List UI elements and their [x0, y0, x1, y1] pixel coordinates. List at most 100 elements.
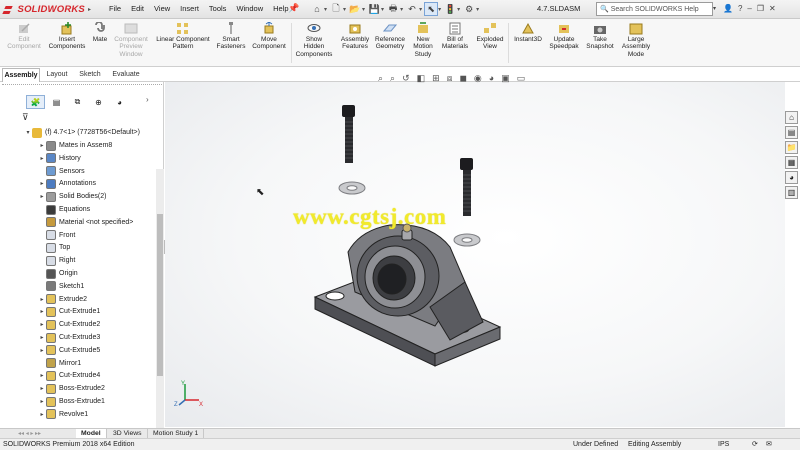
update-speedpak-button[interactable]: Update Speedpak [548, 22, 580, 51]
expand-icon[interactable]: ▸ [38, 193, 46, 200]
expand-icon[interactable]: ▸ [38, 398, 46, 405]
mate-button[interactable]: Mate [90, 22, 110, 43]
tree-item[interactable]: ▸ Boss-Extrude2 [38, 382, 105, 395]
pin-menu-icon[interactable]: 📌 [288, 3, 299, 14]
tab-sketch[interactable]: Sketch [74, 68, 106, 82]
new-motion-study-button[interactable]: New Motion Study [410, 22, 436, 58]
tab-assembly[interactable]: Assembly [2, 68, 40, 82]
expand-icon[interactable]: ▸ [38, 180, 46, 187]
notifications-icon[interactable]: ✉ [766, 439, 772, 450]
expand-icon[interactable]: ▸ [38, 321, 46, 328]
close-icon[interactable]: ✕ [769, 4, 776, 13]
tab-layout[interactable]: Layout [42, 68, 72, 82]
menu-file[interactable]: File [104, 4, 126, 13]
tree-scrollbar[interactable] [156, 169, 164, 445]
help-question-icon[interactable]: ? [738, 4, 742, 13]
menu-window[interactable]: Window [231, 4, 268, 13]
collapse-icon[interactable]: ▾ [24, 129, 32, 136]
expand-icon[interactable]: ▸ [38, 334, 46, 341]
custom-properties-icon[interactable]: ▥ [785, 186, 798, 199]
minimize-icon[interactable]: – [747, 4, 751, 13]
user-icon[interactable]: 👤 [723, 4, 733, 13]
washer-2[interactable] [453, 233, 481, 247]
expand-icon[interactable]: ▸ [38, 385, 46, 392]
solidworks-logo[interactable]: SOLIDWORKS ▸ [2, 3, 91, 16]
expand-icon[interactable]: ▸ [38, 308, 46, 315]
expand-icon[interactable]: ▸ [38, 296, 46, 303]
rebuild-icon[interactable]: 🚦 [443, 2, 457, 16]
panel-grip[interactable] [2, 84, 162, 85]
solidworks-resources-icon[interactable]: ⌂ [785, 111, 798, 124]
insert-components-button[interactable]: Insert Components [44, 22, 90, 51]
open-icon[interactable]: 📂 [348, 2, 362, 16]
instant3d-button[interactable]: Instant3D [510, 22, 546, 43]
feature-manager-tab-icon[interactable]: 🧩 [26, 95, 45, 109]
bill-of-materials-button[interactable]: Bill of Materials [438, 22, 472, 51]
tree-item[interactable]: ▸ Annotations [38, 177, 96, 190]
tree-item[interactable]: ▸ Boss-Extrude1 [38, 395, 105, 408]
move-component-button[interactable]: Move Component [248, 22, 290, 51]
tree-item[interactable]: ▸ Cut-Extrude5 [38, 344, 100, 357]
expand-icon[interactable]: ▸ [38, 347, 46, 354]
design-library-icon[interactable]: ▤ [785, 126, 798, 139]
tree-item[interactable]: Mirror1 [38, 357, 81, 370]
undo-icon[interactable]: ↶ [405, 2, 419, 16]
large-assembly-mode-button[interactable]: Large Assembly Mode [618, 22, 654, 58]
filter-icon[interactable]: ⊽ [22, 112, 29, 123]
smart-fasteners-button[interactable]: Smart Fasteners [214, 22, 248, 51]
restore-icon[interactable]: ❐ [757, 4, 764, 13]
bolt-1[interactable] [342, 105, 355, 163]
tree-item[interactable]: ▸ History [38, 152, 81, 165]
tree-item[interactable]: Material <not specified> [38, 216, 133, 229]
show-hidden-components-button[interactable]: Show Hidden Components [292, 22, 336, 58]
print-icon[interactable]: 🖶 [386, 2, 400, 16]
tree-item[interactable]: Sensors [38, 165, 85, 178]
edit-component-button[interactable]: Edit Component [6, 22, 42, 51]
menu-view[interactable]: View [149, 4, 175, 13]
bolt-2[interactable] [460, 158, 473, 216]
tree-item[interactable]: ▸ Revolve1 [38, 408, 88, 421]
save-icon[interactable]: 💾 [367, 2, 381, 16]
exploded-view-button[interactable]: Exploded View [474, 22, 506, 51]
tree-item[interactable]: Right [38, 254, 75, 267]
tree-item[interactable]: Origin [38, 267, 78, 280]
tree-item[interactable]: Front [38, 229, 75, 242]
rebuild-status-icon[interactable]: ⟳ [752, 439, 758, 450]
configuration-manager-tab-icon[interactable]: ⧉ [68, 95, 87, 109]
units-selector[interactable]: IPS [718, 439, 729, 450]
tree-item[interactable]: Sketch1 [38, 280, 84, 293]
tree-item[interactable]: ▸ Extrude2 [38, 293, 87, 306]
tree-item[interactable]: ▸ Cut-Extrude3 [38, 331, 100, 344]
take-snapshot-button[interactable]: Take Snapshot [584, 22, 616, 51]
scrollbar-thumb[interactable] [157, 214, 163, 376]
tree-root[interactable]: ▾ (f) 4.7<1> (7728T56<Default>) [24, 126, 140, 139]
menu-insert[interactable]: Insert [175, 4, 204, 13]
washer-1[interactable] [338, 181, 366, 195]
expand-icon[interactable]: ▸ [38, 155, 46, 162]
appearances-icon[interactable]: ◕ [785, 171, 798, 184]
assembly-features-button[interactable]: Assembly Features [338, 22, 372, 51]
reference-geometry-button[interactable]: Reference Geometry [372, 22, 408, 51]
expand-icon[interactable]: ▸ [38, 142, 46, 149]
tree-item[interactable]: ▸ Cut-Extrude2 [38, 318, 100, 331]
tab-evaluate[interactable]: Evaluate [108, 68, 144, 82]
dimxpert-tab-icon[interactable]: ⊕ [89, 95, 108, 109]
file-explorer-icon[interactable]: 📁 [785, 141, 798, 154]
tree-item[interactable]: Top [38, 241, 70, 254]
tree-item[interactable]: ▸ Mates in Assem8 [38, 139, 112, 152]
tree-item[interactable]: ▸ Cut-Extrude4 [38, 369, 100, 382]
menu-edit[interactable]: Edit [126, 4, 149, 13]
logo-arrow-icon[interactable]: ▸ [88, 6, 91, 13]
tree-item[interactable]: Equations [38, 203, 90, 216]
options-icon[interactable]: ⚙ [462, 2, 476, 16]
panel-expand-icon[interactable]: › [146, 95, 149, 104]
view-palette-icon[interactable]: ▦ [785, 156, 798, 169]
tree-item[interactable]: ▸ Solid Bodies(2) [38, 190, 106, 203]
menu-tools[interactable]: Tools [204, 4, 232, 13]
component-preview-window-button[interactable]: Component Preview Window [110, 22, 152, 58]
search-dropdown-icon[interactable]: ▾ [713, 5, 716, 12]
help-search-input[interactable]: 🔍 Search SOLIDWORKS Help [596, 2, 713, 16]
tree-item[interactable]: ▸ Cut-Extrude1 [38, 305, 100, 318]
select-icon[interactable]: ⬉ [424, 2, 439, 16]
property-manager-tab-icon[interactable]: ▤ [47, 95, 66, 109]
